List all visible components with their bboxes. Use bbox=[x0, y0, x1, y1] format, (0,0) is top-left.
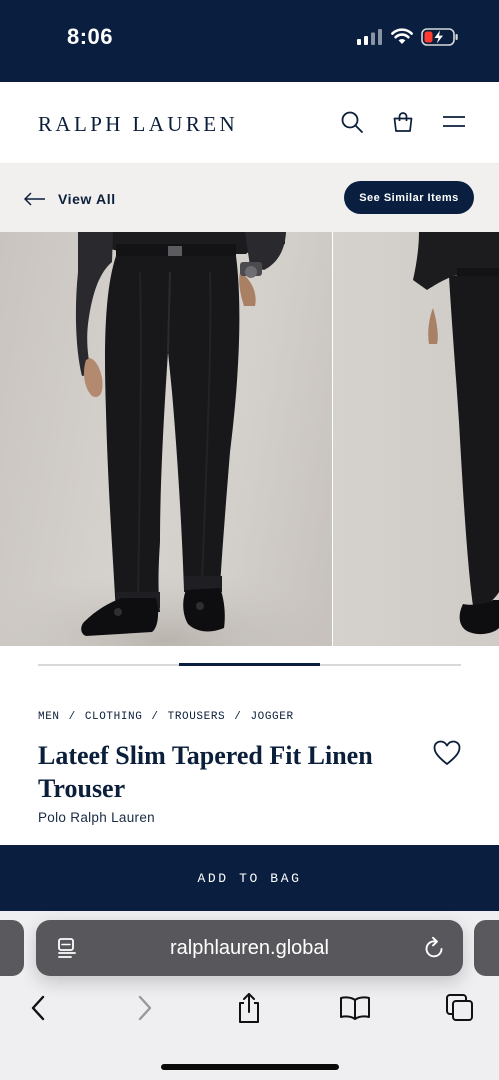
see-similar-items-button[interactable]: See Similar Items bbox=[344, 181, 474, 214]
breadcrumb-separator: / bbox=[151, 711, 159, 723]
next-tab-peek[interactable] bbox=[474, 920, 499, 976]
model-trousers-image bbox=[0, 232, 332, 646]
share-icon bbox=[239, 993, 259, 1023]
product-sub-brand[interactable]: Polo Ralph Lauren bbox=[38, 810, 155, 825]
search-icon[interactable] bbox=[340, 110, 364, 134]
carousel-progress-track bbox=[38, 663, 461, 666]
product-photo-side[interactable] bbox=[333, 232, 499, 646]
home-indicator bbox=[161, 1064, 339, 1070]
carousel-progress-indicator bbox=[179, 663, 320, 666]
tabs-button[interactable] bbox=[444, 992, 476, 1024]
chevron-right-icon bbox=[138, 995, 152, 1021]
browser-toolbar: ralphlauren.global bbox=[0, 911, 499, 1080]
tabs-icon bbox=[446, 994, 473, 1021]
sub-navigation: View All See Similar Items bbox=[0, 164, 499, 232]
add-to-bag-button[interactable]: ADD TO BAG bbox=[0, 845, 499, 911]
share-button[interactable] bbox=[234, 992, 264, 1024]
breadcrumb: MEN / CLOTHING / TROUSERS / JOGGER bbox=[38, 711, 294, 723]
site-header: RALPH LAUREN bbox=[0, 82, 499, 164]
product-title: Lateef Slim Tapered Fit Linen Trouser bbox=[38, 741, 373, 803]
arrow-left-icon bbox=[24, 192, 45, 206]
bookmarks-button[interactable] bbox=[338, 992, 372, 1024]
breadcrumb-item[interactable]: TROUSERS bbox=[168, 711, 226, 723]
product-photo-front[interactable] bbox=[0, 232, 332, 646]
heart-wishlist-icon[interactable] bbox=[433, 740, 461, 766]
book-icon bbox=[340, 996, 370, 1020]
back-button[interactable] bbox=[26, 992, 50, 1024]
status-time: 8:06 bbox=[67, 24, 114, 49]
product-image-carousel[interactable] bbox=[0, 232, 499, 646]
battery-charging-icon bbox=[421, 28, 458, 46]
address-bar-url: ralphlauren.global bbox=[169, 937, 329, 959]
breadcrumb-item[interactable]: JOGGER bbox=[250, 711, 293, 723]
wifi-icon bbox=[391, 28, 413, 44]
reload-icon[interactable] bbox=[423, 936, 445, 960]
brand-logo[interactable]: RALPH LAUREN bbox=[38, 112, 238, 137]
shopping-bag-icon[interactable] bbox=[391, 110, 415, 134]
view-all-link[interactable]: View All bbox=[24, 188, 116, 210]
view-all-label: View All bbox=[58, 191, 116, 207]
cellular-signal-icon bbox=[357, 29, 382, 45]
hamburger-menu-icon[interactable] bbox=[442, 110, 466, 134]
forward-button[interactable] bbox=[133, 992, 157, 1024]
model-trousers-side-image bbox=[413, 232, 499, 635]
breadcrumb-separator: / bbox=[234, 711, 242, 723]
previous-tab-peek[interactable] bbox=[0, 920, 24, 976]
breadcrumb-separator: / bbox=[68, 711, 76, 723]
status-bar: 8:06 bbox=[0, 0, 499, 82]
breadcrumb-item[interactable]: MEN bbox=[38, 711, 60, 723]
breadcrumb-item[interactable]: CLOTHING bbox=[85, 711, 143, 723]
address-bar[interactable]: ralphlauren.global bbox=[36, 920, 463, 976]
chevron-left-icon bbox=[31, 995, 45, 1021]
